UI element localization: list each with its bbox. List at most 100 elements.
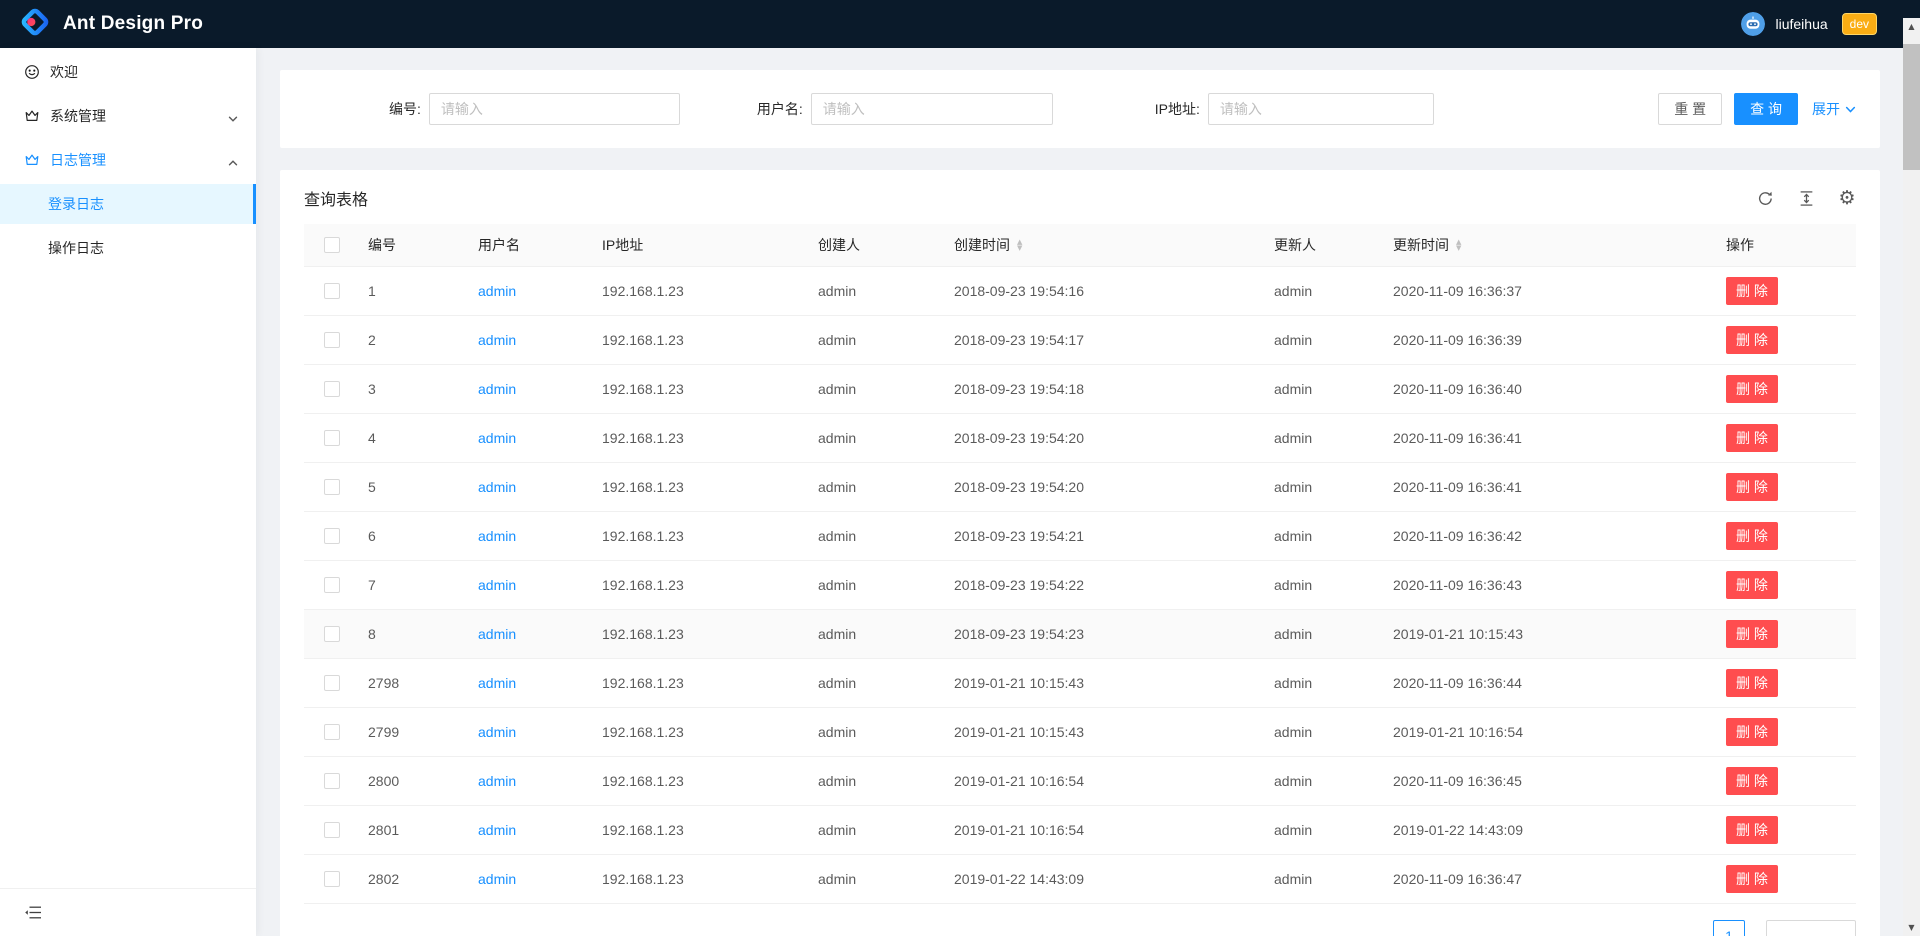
cell-id: 2799 <box>360 707 470 756</box>
id-input[interactable] <box>429 93 680 125</box>
ip-field-label: IP地址: <box>1155 99 1208 119</box>
cell-creator: admin <box>810 658 946 707</box>
cell-created-time: 2018-09-23 19:54:23 <box>946 609 1266 658</box>
sidebar-item-label: 系统管理 <box>50 106 106 126</box>
reload-icon[interactable] <box>1756 189 1774 207</box>
cell-updater: admin <box>1266 805 1385 854</box>
table-row: 2800 admin 192.168.1.23 admin 2019-01-21… <box>304 756 1856 805</box>
cell-updated-time: 2020-11-09 16:36:37 <box>1385 266 1718 315</box>
page-size-select[interactable] <box>1766 920 1856 936</box>
scrollbar-thumb[interactable] <box>1903 44 1920 170</box>
column-header-updated-time[interactable]: 更新时间 ▲▼ <box>1385 224 1718 266</box>
query-button[interactable]: 查 询 <box>1734 93 1798 125</box>
cell-updated-time: 2020-11-09 16:36:40 <box>1385 364 1718 413</box>
ip-input[interactable] <box>1208 93 1434 125</box>
delete-button[interactable]: 删 除 <box>1726 424 1778 452</box>
sidebar-item-log-mgmt[interactable]: 日志管理 <box>0 140 256 180</box>
delete-button[interactable]: 删 除 <box>1726 522 1778 550</box>
row-checkbox[interactable] <box>324 528 340 544</box>
cell-created-time: 2018-09-23 19:54:16 <box>946 266 1266 315</box>
sidebar-item-operation-log[interactable]: 操作日志 <box>0 228 256 268</box>
cell-id: 1 <box>360 266 470 315</box>
username-link[interactable]: admin <box>478 479 516 495</box>
column-height-icon[interactable] <box>1797 189 1815 207</box>
scrollbar-up-arrow[interactable]: ▲ <box>1903 18 1920 35</box>
expand-link[interactable]: 展开 <box>1812 99 1856 119</box>
app-window: Ant Design Pro liufeihua dev <box>0 0 1920 936</box>
main-content: 编号: 用户名: IP地址: 重 置 查 询 展开 <box>256 48 1920 936</box>
username-link[interactable]: admin <box>478 822 516 838</box>
username-link[interactable]: admin <box>478 626 516 642</box>
delete-button[interactable]: 删 除 <box>1726 277 1778 305</box>
cell-updater: admin <box>1266 462 1385 511</box>
delete-button[interactable]: 删 除 <box>1726 620 1778 648</box>
cell-ip: 192.168.1.23 <box>594 658 810 707</box>
table-toolbar-icons: ⚙ <box>1756 189 1856 207</box>
username-text: liufeihua <box>1775 16 1827 32</box>
sidebar-item-welcome[interactable]: 欢迎 <box>0 52 256 92</box>
username-link[interactable]: admin <box>478 675 516 691</box>
delete-button[interactable]: 删 除 <box>1726 718 1778 746</box>
cell-created-time: 2018-09-23 19:54:21 <box>946 511 1266 560</box>
cell-updater: admin <box>1266 413 1385 462</box>
username-link[interactable]: admin <box>478 430 516 446</box>
row-checkbox[interactable] <box>324 773 340 789</box>
sidebar-item-system-mgmt[interactable]: 系统管理 <box>0 96 256 136</box>
row-checkbox[interactable] <box>324 430 340 446</box>
cell-id: 8 <box>360 609 470 658</box>
reset-button[interactable]: 重 置 <box>1658 93 1722 125</box>
cell-ip: 192.168.1.23 <box>594 707 810 756</box>
cell-updated-time: 2019-01-22 14:43:09 <box>1385 805 1718 854</box>
app-title: Ant Design Pro <box>63 13 203 35</box>
delete-button[interactable]: 删 除 <box>1726 767 1778 795</box>
cell-ip: 192.168.1.23 <box>594 413 810 462</box>
username-link[interactable]: admin <box>478 724 516 740</box>
delete-button[interactable]: 删 除 <box>1726 473 1778 501</box>
table-row: 7 admin 192.168.1.23 admin 2018-09-23 19… <box>304 560 1856 609</box>
select-all-checkbox[interactable] <box>324 237 340 253</box>
row-checkbox[interactable] <box>324 822 340 838</box>
cell-id: 4 <box>360 413 470 462</box>
username-link[interactable]: admin <box>478 577 516 593</box>
username-link[interactable]: admin <box>478 283 516 299</box>
sidebar-item-login-log[interactable]: 登录日志 <box>0 184 256 224</box>
row-checkbox[interactable] <box>324 283 340 299</box>
log-mgmt-submenu: 登录日志 操作日志 <box>0 184 256 268</box>
username-link[interactable]: admin <box>478 528 516 544</box>
row-checkbox[interactable] <box>324 577 340 593</box>
search-actions: 重 置 查 询 展开 <box>1658 93 1856 125</box>
cell-id: 6 <box>360 511 470 560</box>
form-item-ip: IP地址: <box>1155 93 1434 125</box>
collapse-sidebar-icon[interactable] <box>24 904 42 921</box>
row-checkbox[interactable] <box>324 479 340 495</box>
user-avatar[interactable] <box>1741 12 1765 36</box>
cell-created-time: 2019-01-21 10:16:54 <box>946 756 1266 805</box>
delete-button[interactable]: 删 除 <box>1726 326 1778 354</box>
username-link[interactable]: admin <box>478 381 516 397</box>
chevron-down-icon <box>1845 104 1856 115</box>
settings-gear-icon[interactable]: ⚙ <box>1838 189 1856 207</box>
row-checkbox[interactable] <box>324 381 340 397</box>
sort-caret-icons: ▲▼ <box>1017 239 1022 251</box>
username-link[interactable]: admin <box>478 871 516 887</box>
scrollbar-down-arrow[interactable]: ▼ <box>1903 919 1920 936</box>
username-link[interactable]: admin <box>478 773 516 789</box>
cell-ip: 192.168.1.23 <box>594 462 810 511</box>
delete-button[interactable]: 删 除 <box>1726 571 1778 599</box>
column-header-creator: 创建人 <box>810 224 946 266</box>
column-header-created-time[interactable]: 创建时间 ▲▼ <box>946 224 1266 266</box>
delete-button[interactable]: 删 除 <box>1726 375 1778 403</box>
delete-button[interactable]: 删 除 <box>1726 816 1778 844</box>
row-checkbox[interactable] <box>324 332 340 348</box>
app-logo[interactable]: Ant Design Pro <box>20 7 203 42</box>
username-input[interactable] <box>811 93 1053 125</box>
delete-button[interactable]: 删 除 <box>1726 865 1778 893</box>
row-checkbox[interactable] <box>324 871 340 887</box>
delete-button[interactable]: 删 除 <box>1726 669 1778 697</box>
row-checkbox[interactable] <box>324 675 340 691</box>
row-checkbox[interactable] <box>324 724 340 740</box>
username-link[interactable]: admin <box>478 332 516 348</box>
crown-icon <box>24 108 40 124</box>
pagination-page-1[interactable]: 1 <box>1713 920 1745 936</box>
row-checkbox[interactable] <box>324 626 340 642</box>
